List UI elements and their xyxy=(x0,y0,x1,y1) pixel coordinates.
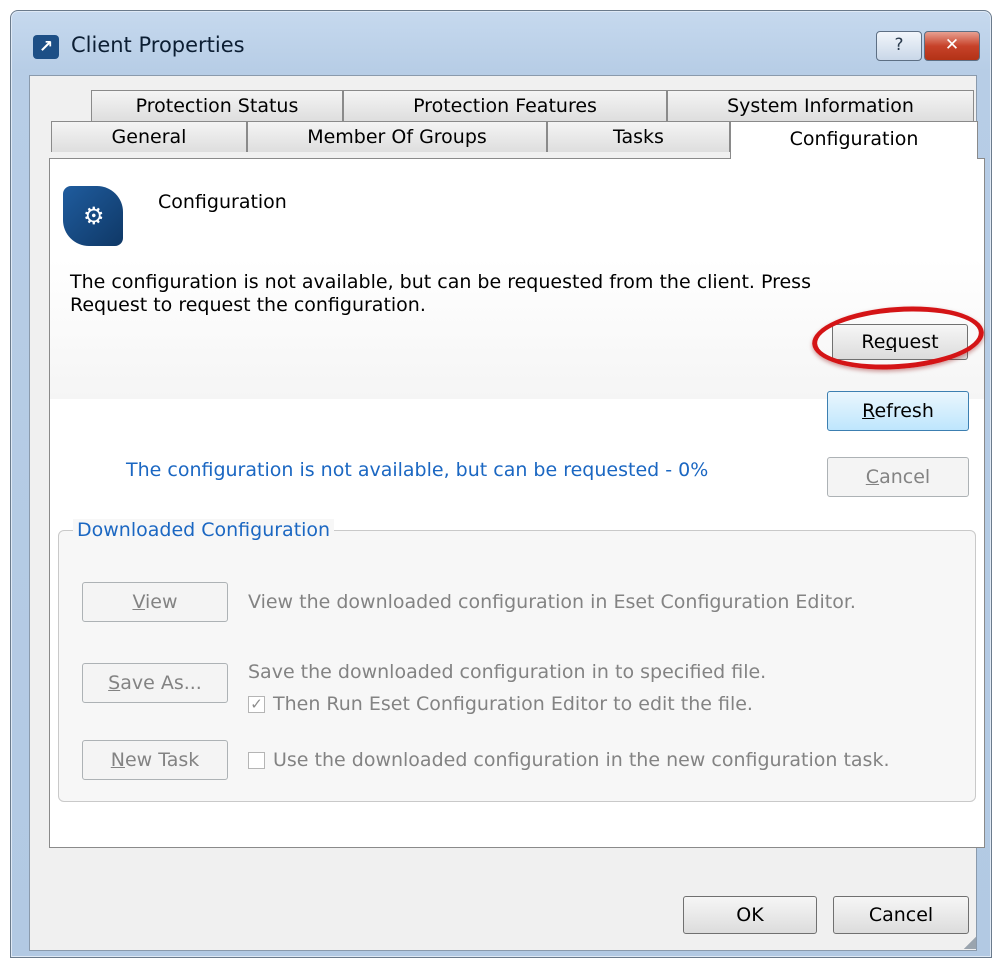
tab-tasks[interactable]: Tasks xyxy=(547,121,730,152)
save-as-button[interactable]: Save As... xyxy=(82,663,228,703)
client-properties-window: ↗ Client Properties ? ✕ Protection Statu… xyxy=(10,10,992,958)
run-editor-label: Then Run Eset Configuration Editor to ed… xyxy=(273,693,753,715)
help-button[interactable]: ? xyxy=(876,31,922,61)
tab-general[interactable]: General xyxy=(51,121,247,152)
new-task-checkbox[interactable] xyxy=(248,752,265,769)
view-button[interactable]: View xyxy=(82,582,228,622)
window-title: Client Properties xyxy=(71,33,245,57)
configuration-status: The configuration is not available, but … xyxy=(126,459,709,481)
info-line-2: Request to request the configuration. xyxy=(70,294,426,316)
cancel-request-button[interactable]: Cancel xyxy=(827,457,969,497)
tab-protection-features[interactable]: Protection Features xyxy=(343,90,667,121)
new-task-button[interactable]: New Task xyxy=(82,740,228,780)
downloaded-configuration-label: Downloaded Configuration xyxy=(73,519,335,541)
tab-protection-status[interactable]: Protection Status xyxy=(91,90,343,121)
app-arrow-icon: ↗ xyxy=(33,35,59,59)
view-description: View the downloaded configuration in Ese… xyxy=(248,591,856,613)
resize-grip-icon[interactable]: ◢ xyxy=(964,934,976,950)
tab-member-of-groups[interactable]: Member Of Groups xyxy=(247,121,547,152)
configuration-gear-tile: ⚙ xyxy=(63,186,123,246)
close-button[interactable]: ✕ xyxy=(924,31,980,61)
save-as-description: Save the downloaded configuration in to … xyxy=(248,661,767,683)
title-bar[interactable]: ↗ Client Properties ? ✕ xyxy=(11,11,991,75)
cancel-button[interactable]: Cancel xyxy=(833,896,969,934)
gear-icon: ⚙ xyxy=(83,202,105,230)
dialog-body: Protection Status Protection Features Sy… xyxy=(29,75,986,951)
tab-configuration[interactable]: Configuration xyxy=(730,121,978,159)
ok-button[interactable]: OK xyxy=(683,896,817,934)
configuration-info-text: The configuration is not available, but … xyxy=(70,271,830,317)
configuration-panel: ⚙ Configuration The configuration is not… xyxy=(49,158,986,848)
info-line-1: The configuration is not available, but … xyxy=(70,271,811,293)
configuration-heading: Configuration xyxy=(158,191,287,213)
refresh-button[interactable]: Refresh xyxy=(827,391,969,431)
tab-system-information[interactable]: System Information xyxy=(667,90,974,121)
downloaded-configuration-group: Downloaded Configuration View View the d… xyxy=(58,519,976,802)
new-task-description: Use the downloaded configuration in the … xyxy=(273,749,890,771)
run-editor-checkbox[interactable]: ✓ xyxy=(248,696,265,713)
